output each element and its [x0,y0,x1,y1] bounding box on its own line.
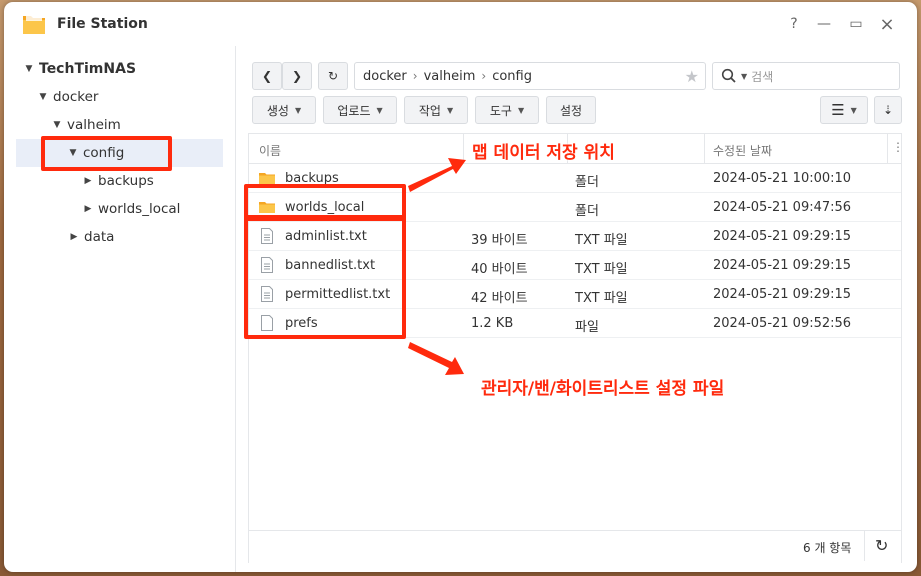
arrow-to-list-files-icon [408,342,464,375]
annotation-list-files: 관리자/밴/화이트리스트 설정 파일 [481,379,725,399]
arrow-to-worlds-local-icon [408,158,466,192]
annotation-map-data: 맵 데이터 저장 위치 [472,143,615,163]
annotation-arrows [408,158,466,375]
file-station-window: File Station ? — ▭ × ▼ TechTimNAS ▼ docker… [4,2,917,572]
